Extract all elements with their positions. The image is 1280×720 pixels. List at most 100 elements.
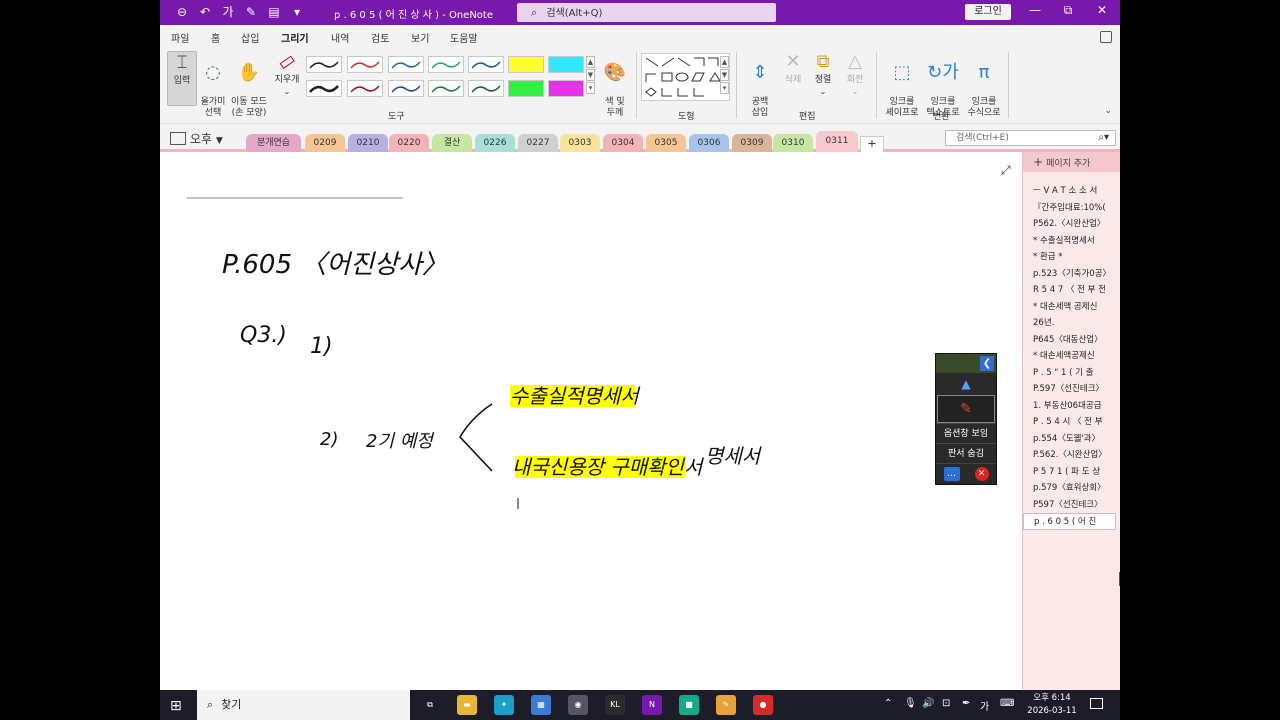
highlighter-cyan[interactable] <box>548 56 584 73</box>
maximize-icon[interactable]: ⧉ <box>1058 3 1078 18</box>
text-format-icon[interactable]: 가 <box>220 4 236 20</box>
page-list-item[interactable]: P 5 7 1 ( 파 도 상 <box>1023 464 1120 481</box>
back-icon[interactable]: ⊖ <box>174 4 190 20</box>
page-list-item[interactable]: 『간주임대료:10%( <box>1023 200 1120 217</box>
section-tab[interactable]: 0311 <box>816 131 858 152</box>
file-explorer-icon[interactable]: ▬ <box>457 695 477 715</box>
menu-file[interactable]: 파일 <box>171 30 189 45</box>
section-tab[interactable]: 0303 <box>560 134 600 152</box>
ime-indicator[interactable]: 가 <box>980 698 989 713</box>
pens-more[interactable]: ▾ <box>586 82 595 94</box>
notification-icon[interactable] <box>1090 698 1103 709</box>
page-list-item[interactable]: P . 5 4 시 〈 전 부 <box>1023 414 1120 431</box>
section-tab[interactable]: 0220 <box>389 134 429 152</box>
page-list-item[interactable]: * 대손세액공제신 <box>1023 348 1120 365</box>
page-list-item[interactable]: ㅡ V A T 소 소 서 <box>1023 183 1120 200</box>
pen-dark-blue[interactable] <box>388 80 424 97</box>
section-tab[interactable]: 0309 <box>732 134 772 152</box>
collapse-left-icon[interactable]: ❮ <box>980 356 994 371</box>
menu-help[interactable]: 도움말 <box>450 30 478 45</box>
network-icon[interactable]: ⊡ <box>942 698 950 709</box>
shapes-gallery[interactable] <box>641 53 730 101</box>
menu-view[interactable]: 보기 <box>411 30 429 45</box>
ribbon-collapse-icon[interactable]: ⌄ <box>1104 106 1112 116</box>
pen-navy[interactable] <box>468 56 504 73</box>
color-thickness-button[interactable]: 🎨 색 및 두께 <box>599 51 631 119</box>
section-tab[interactable]: 0227 <box>518 134 558 152</box>
menu-insert[interactable]: 삽입 <box>241 30 259 45</box>
section-tab[interactable]: 0306 <box>689 134 729 152</box>
pen-icon[interactable]: ✎ <box>243 4 259 20</box>
float-up-icon[interactable]: ▲ <box>936 373 996 395</box>
menu-review[interactable]: 검토 <box>371 30 389 45</box>
section-tab[interactable]: 결산 <box>432 134 472 152</box>
hide-board-button[interactable]: 판서 숨김 <box>936 443 996 463</box>
show-options-button[interactable]: 옵션창 보임 <box>936 423 996 443</box>
pen-black-thin[interactable] <box>306 56 342 73</box>
pencil-app-icon[interactable]: ✎ <box>716 695 736 715</box>
section-tab[interactable]: 0210 <box>348 134 388 152</box>
section-tab[interactable]: 0310 <box>773 134 813 152</box>
page-list-scrollbar[interactable] <box>1119 572 1120 586</box>
menu-history[interactable]: 내역 <box>331 30 349 45</box>
panel-toggle-icon[interactable] <box>1100 31 1112 43</box>
highlighter-magenta[interactable] <box>548 80 584 97</box>
menu-home[interactable]: 홈 <box>211 30 220 45</box>
section-tab[interactable]: 0305 <box>646 134 686 152</box>
page-list-item[interactable]: P.597〈선진테크〉 <box>1023 381 1120 398</box>
ink-to-shape-button[interactable]: ⬚ 잉크를 셰이프로 <box>882 51 922 119</box>
pen-blue[interactable] <box>388 56 424 73</box>
taskbar-search[interactable]: ⌕ 찾기 <box>197 690 410 720</box>
chat-icon[interactable]: … <box>943 466 960 481</box>
ink-to-math-button[interactable]: π 잉크를 수식으로 <box>964 51 1004 119</box>
page-list-item[interactable]: 1. 부동산06대공급 <box>1023 398 1120 415</box>
delete-button[interactable]: ✕ 삭제 <box>779 51 807 86</box>
close-circle-icon[interactable]: ✕ <box>974 466 989 481</box>
page-list-item[interactable]: P562.〈시완산업〉 <box>1023 216 1120 233</box>
microphone-icon[interactable]: 🎙 <box>904 698 917 709</box>
camera-app-icon[interactable]: ■ <box>679 695 699 715</box>
page-list-item[interactable]: p . 6 0 5 ( 어 진 <box>1023 513 1116 530</box>
record-app-icon[interactable]: ● <box>753 695 773 715</box>
pen-forest[interactable] <box>468 80 504 97</box>
page-list-item[interactable]: * 수출실적명세서 <box>1023 233 1120 250</box>
customize-icon[interactable]: ▾ <box>289 4 305 20</box>
section-tab[interactable]: 분개연습 <box>246 134 301 152</box>
pen-green[interactable] <box>428 56 464 73</box>
note-canvas[interactable]: ⤢ P.605 〈어진상사〉 Q3.) 1) 2) 2기 예정 수출실적명세서 … <box>160 155 1022 690</box>
bird-app-icon[interactable]: ✦ <box>494 695 514 715</box>
keyboard-icon[interactable]: ⌨ <box>1000 698 1014 709</box>
page-list-item[interactable]: p.523〈기축가0공〉 <box>1023 266 1120 283</box>
pens-scroll-down[interactable]: ▼ <box>586 69 595 81</box>
section-tab[interactable]: 0304 <box>603 134 643 152</box>
page-search-box[interactable]: 검색(Ctrl+E) ⌕▾ <box>945 130 1116 146</box>
page-list-item[interactable]: p.554〈도웰'과〉 <box>1023 431 1120 448</box>
highlighter-yellow[interactable] <box>508 56 544 73</box>
tray-overflow-icon[interactable]: ⌃ <box>884 698 892 709</box>
lasso-select-button[interactable]: ◌ 올가미 선택 <box>198 51 228 119</box>
page-list-item[interactable]: P597〈선진테크〉 <box>1023 497 1120 514</box>
input-button[interactable]: ⌶ 입력 <box>167 51 197 106</box>
paste-icon[interactable]: ▤ <box>266 4 282 20</box>
login-button[interactable]: 로그인 <box>965 4 1011 20</box>
float-pen-icon[interactable]: ✎ <box>937 395 995 423</box>
insert-space-button[interactable]: ⇕ 공백 삽입 <box>743 51 777 119</box>
page-list-item[interactable]: p.579〈효워상회〉 <box>1023 480 1120 497</box>
arrange-button[interactable]: ⧉ 정렬 ⌄ <box>808 51 838 97</box>
page-list-item[interactable]: R 5 4 7 〈 전 부 전 <box>1023 282 1120 299</box>
notebook-selector[interactable]: 오후 ▼ <box>170 130 223 147</box>
taskbar-clock[interactable]: 오후 6:14 2026-03-11 <box>1022 692 1082 718</box>
pen-dark-green[interactable] <box>428 80 464 97</box>
eraser-button[interactable]: ▭ 지우개 ⌄ <box>271 48 303 97</box>
taskview-icon[interactable]: ⧉ <box>420 695 440 715</box>
highlighter-green[interactable] <box>508 80 544 97</box>
windows-start-icon[interactable]: ⊞ <box>170 698 182 714</box>
add-section-button[interactable]: + <box>860 136 884 152</box>
paint-icon[interactable]: ◉ <box>568 695 588 715</box>
minimize-icon[interactable]: — <box>1025 3 1045 17</box>
kl-app-icon[interactable]: KL <box>605 695 625 715</box>
onenote-icon[interactable]: N <box>642 695 662 715</box>
calculator-icon[interactable]: ▦ <box>531 695 551 715</box>
page-list-item[interactable]: 26년. <box>1023 315 1120 332</box>
shapes-more[interactable]: ▾ <box>720 82 729 94</box>
